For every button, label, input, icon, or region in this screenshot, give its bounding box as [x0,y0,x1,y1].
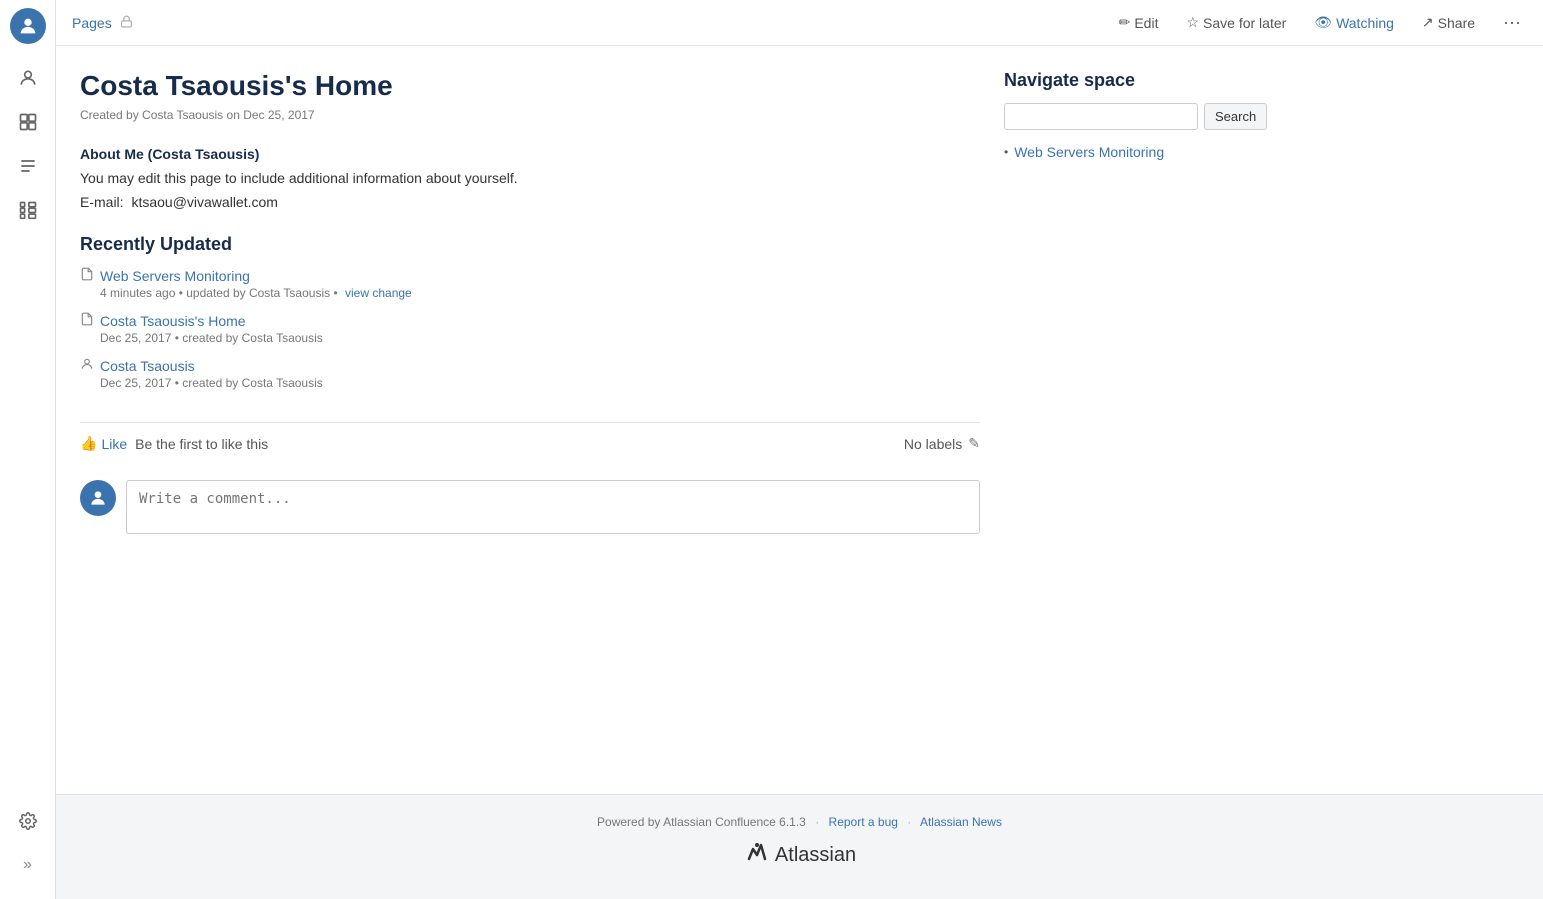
nav-bullet: • [1004,145,1008,159]
topbar-actions: ✏ Edit ☆ Save for later 👁 Watching ↗ Sha… [1113,8,1527,37]
topbar: Pages ✏ Edit ☆ Save for later 👁 Watching… [56,0,1543,46]
people-icon[interactable] [10,60,46,96]
recent-meta-3: Dec 25, 2017 • created by Costa Tsaousis [100,376,980,390]
content-area: Costa Tsaousis's Home Created by Costa T… [56,46,1543,770]
footer-links: Powered by Atlassian Confluence 6.1.3 · … [56,815,1543,829]
footer-sep-1: · [815,815,819,829]
watching-button[interactable]: 👁 Watching [1308,10,1400,35]
recent-item-web-servers: Web Servers Monitoring 4 minutes ago • u… [80,267,980,300]
about-heading: About Me (Costa Tsaousis) [80,146,980,162]
user-avatar[interactable] [10,8,46,44]
navigate-space-title: Navigate space [1004,70,1264,91]
edit-icon: ✏ [1119,14,1131,31]
email-line: E-mail: ktsaou@vivawallet.com [80,194,980,210]
atlassian-logo-icon [743,841,771,869]
main-wrapper: Pages ✏ Edit ☆ Save for later 👁 Watching… [56,0,1543,899]
recently-updated-heading: Recently Updated [80,234,980,255]
nav-search-input[interactable] [1004,103,1198,130]
nav-search-row: Search [1004,103,1264,130]
recent-item-person: Costa Tsaousis Dec 25, 2017 • created by… [80,357,980,390]
feed-icon[interactable] [10,148,46,184]
email-value: ktsaou@vivawallet.com [131,194,278,210]
nav-search-button[interactable]: Search [1204,103,1267,130]
edit-labels-button[interactable]: ✎ [968,435,980,452]
about-text: You may edit this page to include additi… [80,170,980,186]
nav-tree: • Web Servers Monitoring [1004,142,1264,162]
person-link[interactable]: Costa Tsaousis [100,358,195,374]
powered-by-text: Powered by Atlassian Confluence 6.1.3 [597,815,806,829]
edit-button[interactable]: ✏ Edit [1113,10,1165,35]
eye-icon: 👁 [1314,14,1332,31]
like-button[interactable]: 👍 Like [80,435,127,452]
no-labels-text: No labels [904,436,962,452]
footer-sep-2: · [907,815,911,829]
tree-icon[interactable] [10,192,46,228]
atlassian-news-link[interactable]: Atlassian News [920,815,1002,829]
like-left: 👍 Like Be the first to like this [80,435,268,452]
footer: Powered by Atlassian Confluence 6.1.3 · … [56,794,1543,899]
navigate-space-sidebar: Navigate space Search • Web Servers Moni… [1004,70,1264,770]
star-icon: ☆ [1186,14,1199,31]
topbar-left: Pages [72,15,133,31]
labels-area: No labels ✎ [904,435,980,452]
web-servers-monitoring-link[interactable]: Web Servers Monitoring [100,268,250,284]
report-bug-link[interactable]: Report a bug [829,815,898,829]
recent-meta-2: Dec 25, 2017 • created by Costa Tsaousis [100,331,980,345]
sidebar: » [0,0,56,899]
atlassian-brand-name: Atlassian [775,844,856,867]
view-change-link[interactable]: view change [345,286,412,300]
nav-tree-item: • Web Servers Monitoring [1004,142,1264,162]
expand-sidebar-icon[interactable]: » [10,847,46,883]
first-to-like-text: Be the first to like this [135,436,268,452]
spaces-icon[interactable] [10,104,46,140]
atlassian-logo: Atlassian [56,841,1543,869]
sidebar-bottom: » [10,803,46,891]
more-actions-button[interactable]: ··· [1497,8,1527,37]
comment-area [80,480,980,558]
page-meta: Created by Costa Tsaousis on Dec 25, 201… [80,108,980,122]
doc-icon-2 [80,312,94,329]
comment-input[interactable] [126,480,980,534]
email-label: E-mail: [80,194,124,210]
settings-icon[interactable] [10,803,46,839]
doc-icon-1 [80,267,94,284]
thumbs-up-icon: 👍 [80,435,97,452]
save-for-later-button[interactable]: ☆ Save for later [1180,10,1292,35]
recent-meta-1: 4 minutes ago • updated by Costa Tsaousi… [100,286,980,300]
lock-icon [120,15,133,31]
person-icon [80,357,94,374]
recent-item-home: Costa Tsaousis's Home Dec 25, 2017 • cre… [80,312,980,345]
share-icon: ↗ [1422,14,1434,31]
share-button[interactable]: ↗ Share [1416,10,1481,35]
page-title: Costa Tsaousis's Home [80,70,980,102]
home-link[interactable]: Costa Tsaousis's Home [100,313,246,329]
nav-web-servers-link[interactable]: Web Servers Monitoring [1014,144,1164,160]
like-bar: 👍 Like Be the first to like this No labe… [80,422,980,464]
main-content: Costa Tsaousis's Home Created by Costa T… [80,70,980,770]
breadcrumb-pages-link[interactable]: Pages [72,15,112,31]
commenter-avatar [80,480,116,516]
